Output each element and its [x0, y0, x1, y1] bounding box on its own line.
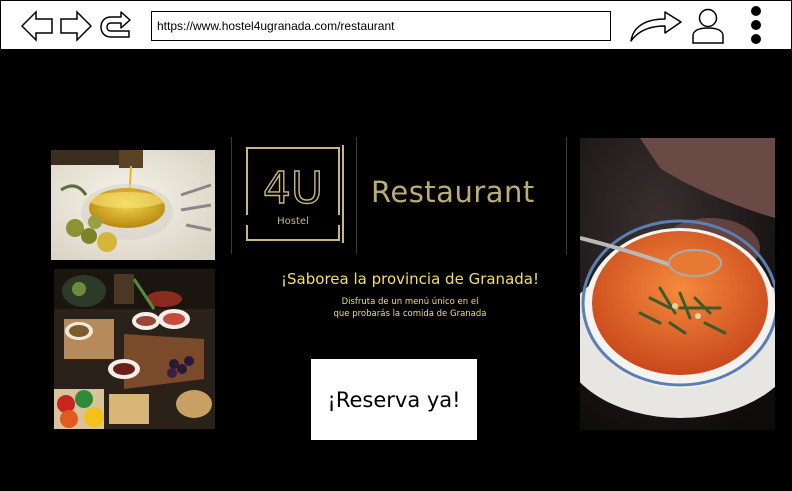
hostel-4u-logo: 4U Hostel — [244, 145, 344, 243]
kebab-menu-icon — [751, 6, 761, 44]
reload-icon — [100, 11, 131, 38]
gazpacho-photo — [580, 138, 775, 430]
logo-sub-text: Hostel — [277, 216, 309, 227]
user-icon — [692, 8, 724, 44]
food-platter-photo — [54, 269, 215, 429]
subtitle-line-2: que probarás la comida de Granada — [333, 309, 487, 319]
page-subtitle: Disfruta de un menú único en el que prob… — [290, 296, 530, 320]
browser-toolbar — [0, 0, 792, 50]
address-bar[interactable] — [151, 11, 611, 41]
back-button[interactable] — [20, 9, 54, 43]
forward-button[interactable] — [59, 9, 93, 43]
logo-mark-text: 4U — [263, 163, 323, 214]
restaurant-title: Restaurant — [371, 175, 535, 209]
menu-button[interactable] — [745, 6, 767, 44]
share-button[interactable] — [629, 9, 683, 43]
reserve-button[interactable]: ¡Reserva ya! — [311, 359, 477, 440]
share-arrow-icon — [630, 11, 682, 42]
restaurant-logo: 4U Hostel Restaurant — [231, 137, 567, 254]
reload-button[interactable] — [99, 9, 133, 43]
back-arrow-icon — [20, 10, 53, 42]
logo-divider — [356, 137, 357, 254]
olive-oil-photo — [51, 150, 215, 260]
page-tagline: ¡Saborea la provincia de Granada! — [281, 270, 539, 288]
subtitle-line-1: Disfruta de un menú único en el — [341, 297, 479, 307]
account-button[interactable] — [691, 8, 725, 44]
url-input[interactable] — [152, 12, 610, 40]
forward-arrow-icon — [60, 10, 93, 42]
